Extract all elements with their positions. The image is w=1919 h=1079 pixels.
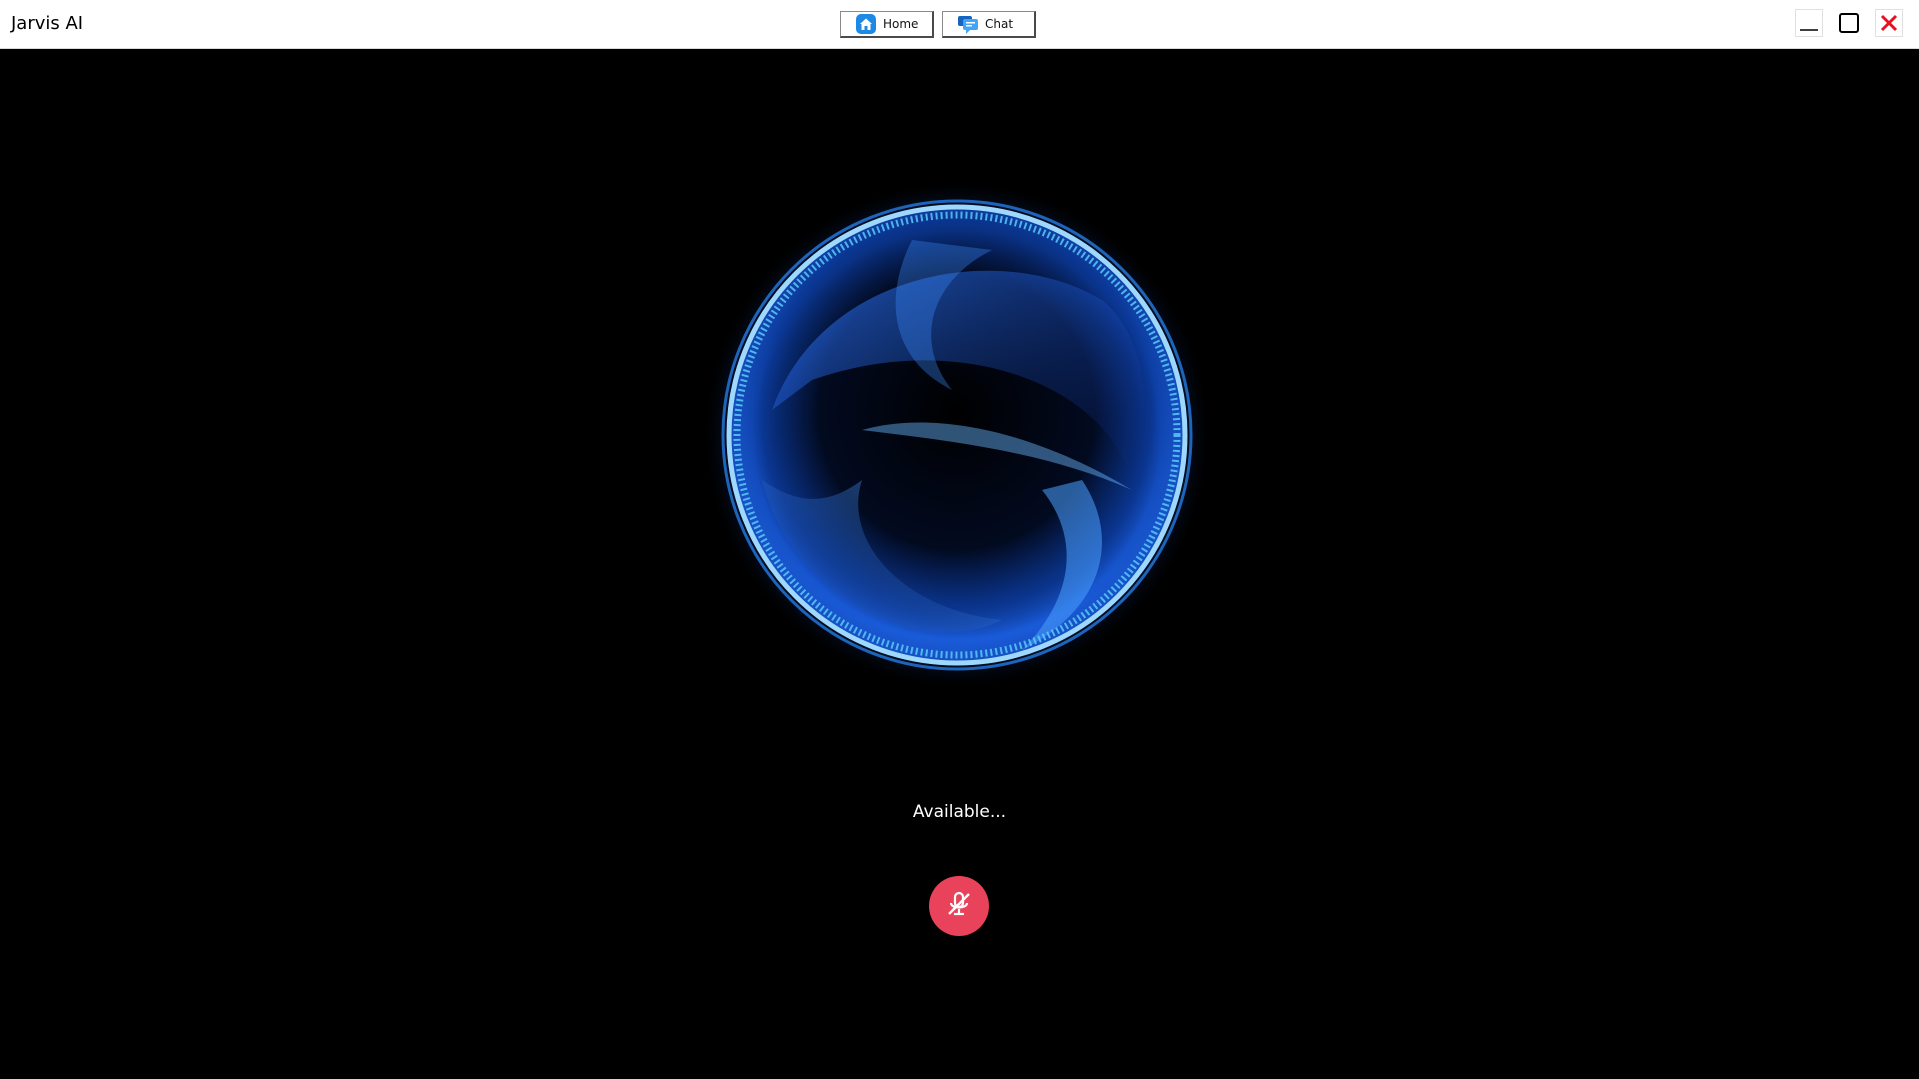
mic-toggle-button[interactable] [929, 876, 989, 936]
main-stage: Available... [0, 50, 1919, 1079]
app-title: Jarvis AI [11, 13, 84, 34]
chat-label: Chat [985, 17, 1014, 31]
minimize-icon [1795, 9, 1823, 41]
chat-button[interactable]: Chat [942, 11, 1036, 38]
home-label: Home [883, 17, 919, 31]
home-button[interactable]: Home [840, 11, 934, 38]
maximize-icon [1835, 9, 1863, 41]
close-button[interactable] [1873, 9, 1905, 41]
status-text: Available... [912, 802, 1007, 822]
home-icon [855, 13, 877, 35]
minimize-button[interactable] [1793, 9, 1825, 41]
nav-bar: Home Chat [840, 11, 1036, 38]
mic-muted-icon [943, 888, 975, 924]
title-bar: Jarvis AI Home Chat [0, 0, 1919, 49]
chat-icon [957, 13, 979, 35]
maximize-button[interactable] [1833, 10, 1865, 40]
window-controls [1793, 9, 1905, 41]
jarvis-orb-animation [702, 180, 1212, 690]
close-icon [1875, 9, 1903, 41]
